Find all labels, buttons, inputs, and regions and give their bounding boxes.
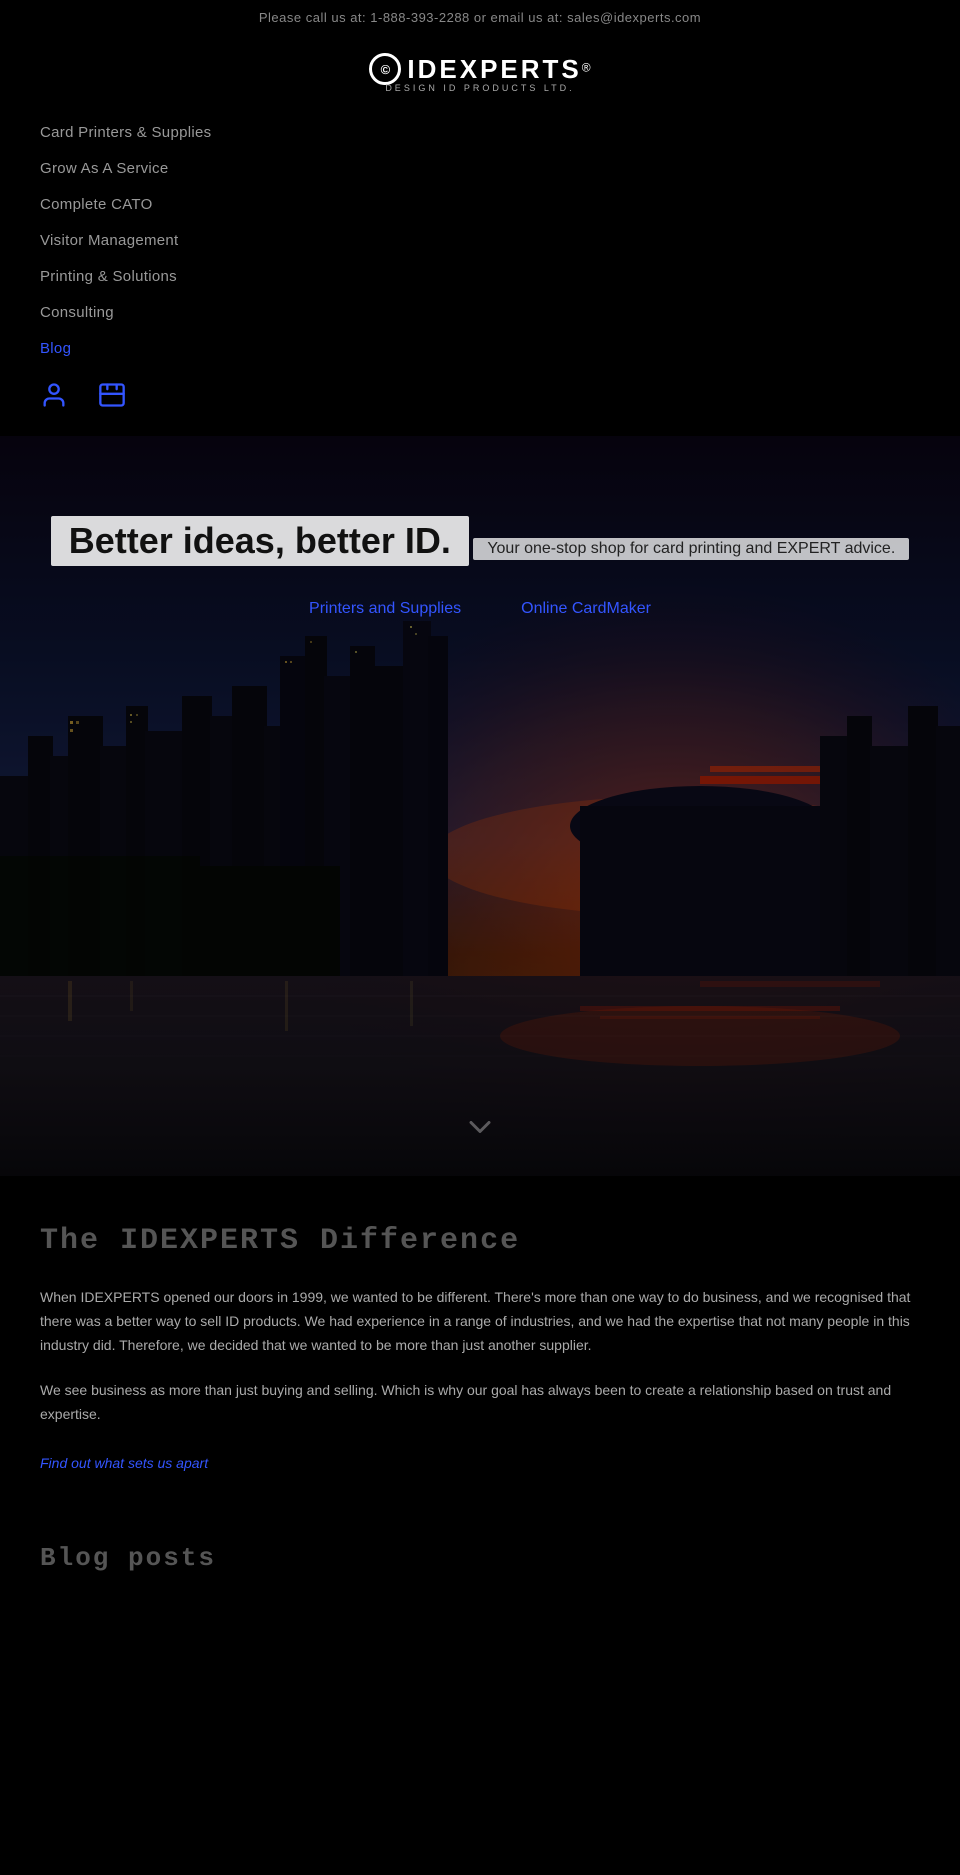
hero-title: Better ideas, better ID. bbox=[51, 516, 469, 566]
nav-link-consulting[interactable]: Consulting bbox=[40, 304, 114, 321]
nav-item-blog[interactable]: Blog bbox=[40, 331, 920, 367]
nav-link-blog[interactable]: Blog bbox=[40, 340, 71, 357]
hero-buttons: Printers and Supplies Online CardMaker bbox=[0, 600, 960, 618]
online-cardmaker-link[interactable]: Online CardMaker bbox=[521, 600, 651, 618]
about-para1: When IDEXPERTS opened our doors in 1999,… bbox=[40, 1286, 920, 1357]
nav-list: Card Printers & Supplies Grow As A Servi… bbox=[40, 115, 920, 367]
scroll-arrow-icon[interactable] bbox=[462, 1109, 498, 1152]
cart-icon[interactable] bbox=[98, 381, 126, 416]
nav-icons bbox=[40, 367, 920, 426]
hero-subtitle: Your one-stop shop for card printing and… bbox=[473, 538, 909, 560]
nav-link-printing[interactable]: Printing & Solutions bbox=[40, 268, 177, 285]
nav-link-visitor-mgmt[interactable]: Visitor Management bbox=[40, 232, 179, 249]
brand-name: IDEXPERTS bbox=[407, 54, 581, 84]
logo-tagline: DESIGN ID PRODUCTS LTD. bbox=[369, 83, 590, 93]
nav-link-complete-cato[interactable]: Complete CATO bbox=[40, 196, 153, 213]
top-bar: Please call us at: 1-888-393-2288 or ema… bbox=[0, 0, 960, 35]
nav-item-visitor-mgmt[interactable]: Visitor Management bbox=[40, 223, 920, 259]
nav-item-complete-cato[interactable]: Complete CATO bbox=[40, 187, 920, 223]
nav-item-consulting[interactable]: Consulting bbox=[40, 295, 920, 331]
header: © IDEXPERTS® DESIGN ID PRODUCTS LTD. Car… bbox=[0, 35, 960, 436]
about-section: The IDEXPERTS Difference When IDEXPERTS … bbox=[0, 1176, 960, 1513]
hero-section: Better ideas, better ID. Your one-stop s… bbox=[0, 436, 960, 1176]
about-para2: We see business as more than just buying… bbox=[40, 1379, 920, 1427]
account-icon[interactable] bbox=[40, 381, 68, 416]
hero-content: Better ideas, better ID. Your one-stop s… bbox=[0, 436, 960, 618]
nav-link-grow-service[interactable]: Grow As A Service bbox=[40, 160, 168, 177]
blog-title: Blog posts bbox=[40, 1543, 920, 1573]
blog-section: Blog posts bbox=[0, 1513, 960, 1613]
printers-supplies-link[interactable]: Printers and Supplies bbox=[309, 600, 461, 618]
nav-link-card-printers[interactable]: Card Printers & Supplies bbox=[40, 124, 211, 141]
about-title: The IDEXPERTS Difference bbox=[40, 1224, 920, 1258]
logo-area: © IDEXPERTS® DESIGN ID PRODUCTS LTD. bbox=[40, 53, 920, 93]
registered-icon: ® bbox=[582, 60, 591, 74]
nav-item-grow-service[interactable]: Grow As A Service bbox=[40, 151, 920, 187]
about-link[interactable]: Find out what sets us apart bbox=[40, 1455, 208, 1471]
logo-circle-icon: © bbox=[369, 53, 401, 85]
logo-wrapper: © IDEXPERTS® DESIGN ID PRODUCTS LTD. bbox=[369, 53, 590, 93]
main-nav: Card Printers & Supplies Grow As A Servi… bbox=[40, 115, 920, 426]
top-bar-text: Please call us at: 1-888-393-2288 or ema… bbox=[259, 10, 701, 25]
nav-item-card-printers[interactable]: Card Printers & Supplies bbox=[40, 115, 920, 151]
nav-item-printing[interactable]: Printing & Solutions bbox=[40, 259, 920, 295]
